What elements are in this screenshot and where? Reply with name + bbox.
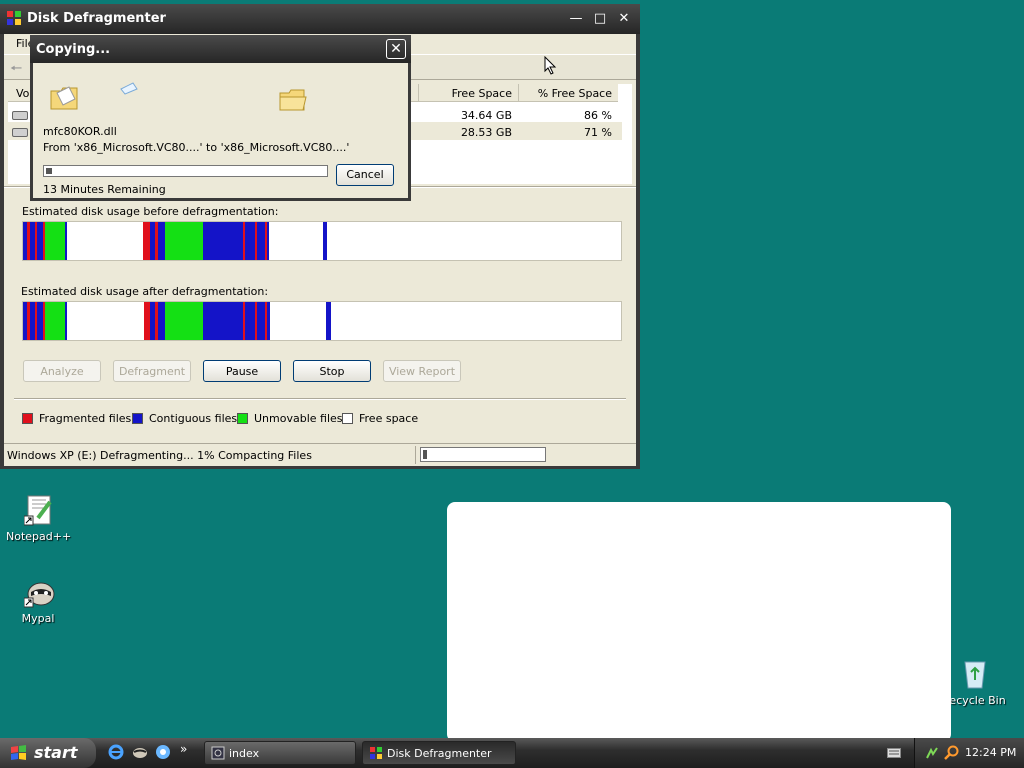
close-icon[interactable]: ✕ — [614, 10, 634, 28]
start-label: start — [34, 743, 78, 762]
row-free-space: 28.53 GB — [460, 126, 512, 139]
taskbar: start » index Disk Defragmenter 12:24 PM — [0, 738, 1024, 768]
taskbar-item-label: index — [229, 747, 260, 760]
copy-filename: mfc80KOR.dll — [43, 125, 117, 138]
legend-label: Contiguous files — [149, 412, 238, 425]
copy-progress-fill — [46, 168, 52, 174]
copying-dialog: Copying... ✕ mfc80KOR.dll From 'x86_Micr… — [30, 35, 411, 201]
row-percent-free: 86 % — [584, 109, 612, 122]
defragment-button[interactable]: Defragment — [113, 360, 191, 382]
desktop-icon-label: Mypal — [21, 612, 55, 625]
after-label: Estimated disk usage after defragmentati… — [21, 285, 269, 298]
defrag-app-icon — [7, 11, 21, 25]
status-bar: Windows XP (E:) Defragmenting... 1% Comp… — [4, 443, 636, 466]
network-tray-icon[interactable] — [925, 746, 939, 760]
legend-label: Free space — [359, 412, 419, 425]
status-text: Windows XP (E:) Defragmenting... 1% Comp… — [7, 449, 312, 462]
windows-flag-icon — [11, 745, 26, 760]
legend-swatch — [22, 413, 33, 424]
pause-button[interactable]: Pause — [203, 360, 281, 382]
drive-icon — [12, 128, 28, 137]
usage-bar-after — [22, 301, 622, 341]
taskbar-item-index[interactable]: index — [204, 741, 356, 765]
copy-progress-bar — [43, 165, 328, 177]
analyze-button[interactable]: Analyze — [23, 360, 101, 382]
legend-swatch — [342, 413, 353, 424]
internet-explorer-icon[interactable] — [108, 744, 124, 760]
taskbar-item-label: Disk Defragmenter — [387, 747, 492, 760]
mouse-cursor-icon — [544, 56, 557, 75]
cancel-button[interactable]: Cancel — [336, 164, 394, 186]
row-free-space: 34.64 GB — [460, 109, 512, 122]
clock[interactable]: 12:24 PM — [965, 746, 1016, 759]
flying-paper-icon — [120, 82, 138, 95]
mypal-quicklaunch-icon[interactable] — [132, 744, 148, 760]
legend-swatch — [237, 413, 248, 424]
dialog-body: mfc80KOR.dll From 'x86_Microsoft.VC80...… — [33, 63, 408, 198]
window-title-bar[interactable]: Disk Defragmenter — □ ✕ — [0, 4, 640, 34]
before-label: Estimated disk usage before defragmentat… — [22, 205, 279, 218]
browser-quicklaunch-icon[interactable] — [155, 744, 171, 760]
back-arrow-icon[interactable]: 🠔 — [10, 58, 22, 82]
start-button[interactable]: start — [0, 738, 96, 768]
window-title: Disk Defragmenter — [27, 11, 166, 26]
column-header-percent-free[interactable]: % Free Space — [518, 84, 618, 102]
taskbar-item-disk-defragmenter[interactable]: Disk Defragmenter — [362, 741, 516, 765]
drive-icon — [12, 111, 28, 120]
copy-from-to: From 'x86_Microsoft.VC80....' to 'x86_Mi… — [43, 141, 350, 154]
maximize-icon[interactable]: □ — [590, 10, 610, 28]
desktop-icon-label: Recycle Bin — [942, 694, 1006, 707]
legend-swatch — [132, 413, 143, 424]
row-percent-free: 71 % — [584, 126, 612, 139]
mypal-raccoon-icon — [24, 582, 55, 608]
view-report-button[interactable]: View Report — [383, 360, 461, 382]
status-progress-fill — [423, 450, 427, 459]
keyboard-icon[interactable] — [887, 748, 901, 758]
defrag-taskbar-icon — [370, 747, 382, 759]
dialog-title-bar[interactable]: Copying... ✕ — [30, 35, 411, 63]
dialog-close-icon[interactable]: ✕ — [386, 39, 406, 59]
status-divider — [415, 446, 416, 464]
search-tray-icon[interactable] — [943, 745, 959, 761]
stop-button[interactable]: Stop — [293, 360, 371, 382]
legend-label: Unmovable files — [254, 412, 343, 425]
index-window-icon — [211, 746, 225, 760]
notepadpp-icon — [24, 495, 52, 526]
desktop-icon-label: Notepad++ — [6, 530, 72, 543]
legend-label: Fragmented files — [39, 412, 132, 425]
status-progress-bar — [420, 447, 546, 462]
time-remaining: 13 Minutes Remaining — [43, 183, 166, 196]
dialog-title: Copying... — [36, 42, 111, 57]
blank-window-area — [447, 502, 951, 742]
destination-folder-icon — [279, 89, 307, 111]
divider — [14, 398, 626, 400]
source-folder-icon — [50, 86, 78, 110]
usage-bar-before — [22, 221, 622, 261]
recycle-bin-icon — [964, 661, 986, 689]
column-header-free-space[interactable]: Free Space — [418, 84, 518, 102]
quicklaunch-chevron-icon[interactable]: » — [180, 742, 187, 756]
system-tray: 12:24 PM — [914, 738, 1024, 768]
minimize-icon[interactable]: — — [566, 10, 586, 28]
